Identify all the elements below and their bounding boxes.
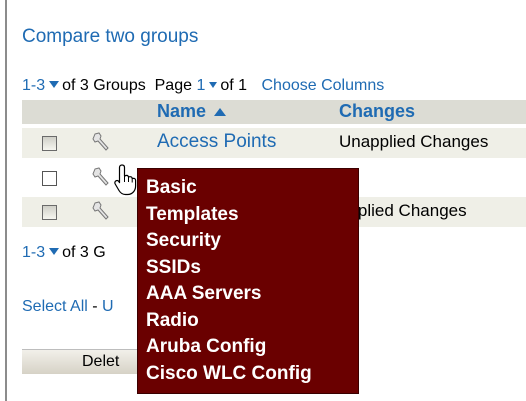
row-checkbox[interactable] bbox=[42, 171, 57, 186]
chevron-down-icon bbox=[209, 81, 218, 88]
compare-two-groups-link[interactable]: Compare two groups bbox=[22, 26, 198, 48]
page-count: of 1 bbox=[220, 77, 248, 94]
range-select[interactable]: 1-3 bbox=[22, 244, 62, 261]
unselect-all-link[interactable]: U bbox=[102, 298, 114, 315]
chevron-down-icon bbox=[49, 248, 60, 256]
menu-item-cisco-wlc-config[interactable]: Cisco WLC Config bbox=[146, 361, 358, 388]
changes-status: Unapplied Changes bbox=[339, 132, 489, 151]
groups-count: of 3 Groups bbox=[62, 77, 146, 94]
group-name-link[interactable]: Access Points bbox=[157, 131, 276, 153]
menu-item-security[interactable]: Security bbox=[146, 228, 358, 255]
link-separator: - bbox=[87, 298, 103, 315]
left-border bbox=[5, 0, 7, 401]
menu-item-templates[interactable]: Templates bbox=[146, 202, 358, 229]
hand-cursor-icon bbox=[114, 164, 137, 196]
pager-top: 1-3 of 3 Groups Page 1 of 1 Choose Columns bbox=[22, 77, 384, 95]
pager-bottom: 1-3 of 3 G bbox=[22, 244, 106, 262]
menu-item-radio[interactable]: Radio bbox=[146, 308, 358, 335]
select-all-link[interactable]: Select All bbox=[22, 298, 88, 315]
page-select[interactable]: 1 bbox=[196, 77, 220, 94]
column-header-changes[interactable]: Changes bbox=[339, 101, 415, 122]
range-select[interactable]: 1-3 bbox=[22, 77, 62, 94]
menu-item-ssids[interactable]: SSIDs bbox=[146, 255, 358, 282]
table-row: Access Points Unapplied Changes bbox=[22, 128, 526, 158]
groups-count: of 3 G bbox=[62, 244, 106, 261]
chevron-down-icon bbox=[49, 81, 60, 89]
menu-item-basic[interactable]: Basic bbox=[146, 175, 358, 202]
sort-ascending-icon bbox=[214, 108, 227, 117]
page-label: Page bbox=[154, 77, 192, 94]
select-links: Select All - U bbox=[22, 298, 114, 316]
menu-item-aaa-servers[interactable]: AAA Servers bbox=[146, 281, 358, 308]
delete-button[interactable]: Delet bbox=[22, 349, 140, 374]
context-menu: Basic Templates Security SSIDs AAA Serve… bbox=[137, 168, 359, 394]
menu-item-aruba-config[interactable]: Aruba Config bbox=[146, 334, 358, 361]
row-checkbox[interactable] bbox=[42, 136, 57, 151]
delete-button-label: Delet bbox=[82, 353, 120, 370]
row-checkbox[interactable] bbox=[42, 205, 57, 220]
choose-columns-link[interactable]: Choose Columns bbox=[262, 77, 385, 94]
wrench-icon[interactable] bbox=[92, 200, 112, 222]
wrench-icon[interactable] bbox=[92, 131, 112, 153]
table-header: Name Changes bbox=[22, 100, 526, 124]
wrench-icon[interactable] bbox=[92, 166, 112, 188]
column-header-name[interactable]: Name bbox=[157, 101, 227, 122]
